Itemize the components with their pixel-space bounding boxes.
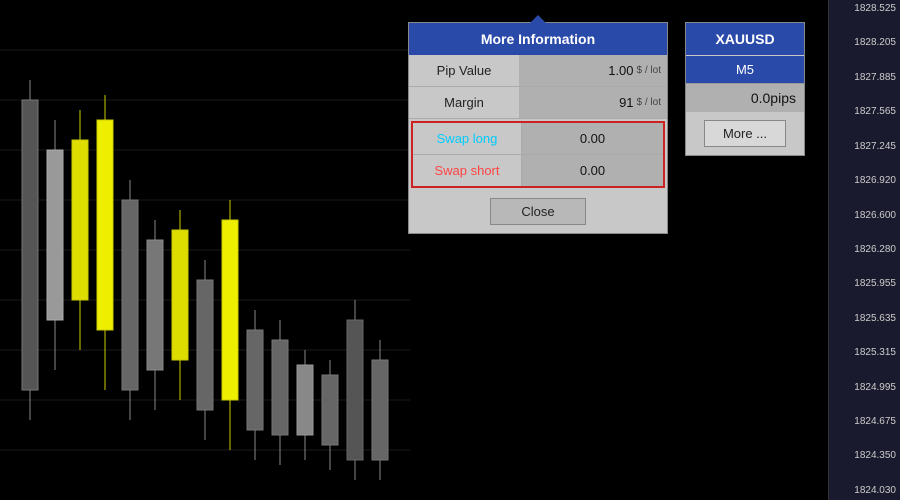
xauusd-symbol: XAUUSD: [686, 23, 804, 55]
price-label: 1827.885: [829, 71, 900, 85]
price-label: 1828.525: [829, 2, 900, 16]
swap-short-value: 0.00: [521, 155, 663, 186]
margin-label: Margin: [409, 87, 519, 118]
price-label: 1825.955: [829, 277, 900, 291]
margin-number: 91: [619, 95, 633, 110]
pip-value-row: Pip Value 1.00 $ / lot: [409, 55, 667, 87]
price-label: 1825.315: [829, 346, 900, 360]
panel-footer: Close: [409, 190, 667, 233]
price-label: 1824.995: [829, 381, 900, 395]
panel-header: More Information: [409, 23, 667, 55]
xauusd-panel: XAUUSD M5 0.0pips More ...: [685, 22, 805, 156]
price-label: 1827.565: [829, 105, 900, 119]
xauusd-pips: 0.0pips: [686, 83, 804, 112]
price-label: 1826.280: [829, 243, 900, 257]
xauusd-timeframe: M5: [686, 56, 804, 83]
price-label: 1824.675: [829, 415, 900, 429]
price-label: 1828.205: [829, 36, 900, 50]
pip-value-value: 1.00 $ / lot: [519, 55, 667, 86]
price-label: 1826.600: [829, 209, 900, 223]
candlestick-chart: [0, 0, 410, 500]
price-label: 1824.350: [829, 449, 900, 463]
swap-long-label: Swap long: [413, 123, 521, 155]
more-info-panel: More Information Pip Value 1.00 $ / lot …: [408, 22, 668, 234]
swap-short-label: Swap short: [413, 155, 521, 186]
panel-pointer: [530, 15, 546, 23]
swap-short-row: Swap short 0.00: [413, 155, 663, 186]
pip-value-number: 1.00: [608, 63, 633, 78]
pip-value-label: Pip Value: [409, 55, 519, 86]
close-button[interactable]: Close: [490, 198, 585, 225]
more-button[interactable]: More ...: [704, 120, 786, 147]
price-label: 1824.030: [829, 484, 900, 498]
swap-long-value: 0.00: [521, 123, 663, 155]
swap-section: Swap long 0.00 Swap short 0.00: [411, 121, 665, 188]
price-scale: 1828.525 1828.205 1827.885 1827.565 1827…: [828, 0, 900, 500]
price-label: 1827.245: [829, 140, 900, 154]
margin-value: 91 $ / lot: [519, 87, 667, 118]
swap-long-row: Swap long 0.00: [413, 123, 663, 155]
margin-row: Margin 91 $ / lot: [409, 87, 667, 119]
pip-value-unit: $ / lot: [637, 65, 661, 76]
xauusd-more-btn-container: More ...: [686, 112, 804, 155]
margin-unit: $ / lot: [637, 97, 661, 108]
price-label: 1826.920: [829, 174, 900, 188]
price-label: 1825.635: [829, 312, 900, 326]
